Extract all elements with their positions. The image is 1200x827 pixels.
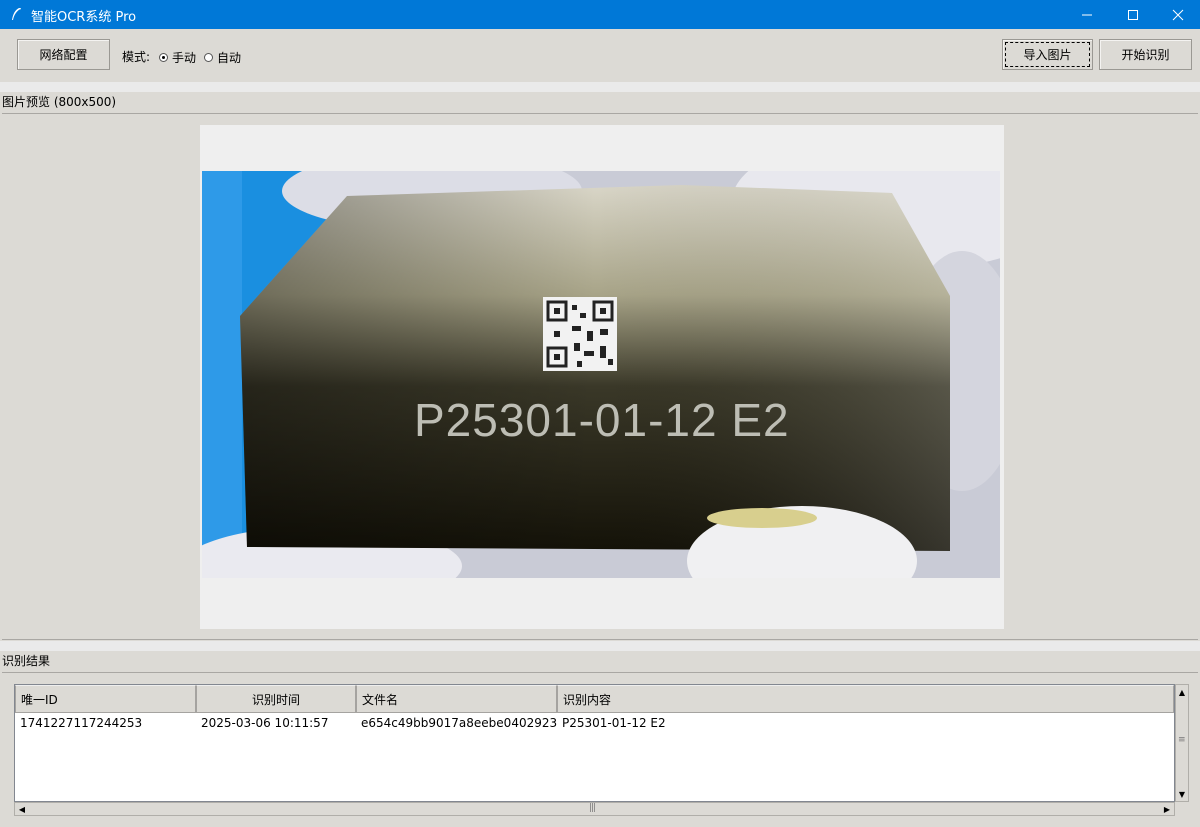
window-title: 智能OCR系统 Pro: [31, 6, 136, 25]
scroll-grip-icon: ≡: [1178, 735, 1185, 745]
maximize-icon: [1127, 9, 1139, 21]
maximize-button[interactable]: [1110, 0, 1156, 29]
vertical-scrollbar[interactable]: ▲ ≡ ▼: [1175, 684, 1189, 802]
start-recognition-button[interactable]: 开始识别: [1099, 39, 1192, 70]
close-icon: [1172, 9, 1184, 21]
scroll-right-arrow-icon[interactable]: ▶: [1161, 803, 1173, 815]
column-header-filename[interactable]: 文件名: [356, 685, 557, 713]
title-bar: 智能OCR系统 Pro: [0, 0, 1200, 29]
feather-icon: [8, 6, 24, 22]
column-header-time[interactable]: 识别时间: [196, 685, 356, 713]
mode-manual-label: 手动: [172, 49, 196, 66]
scroll-left-arrow-icon[interactable]: ◀: [16, 803, 28, 815]
table-row[interactable]: 1741227117244253 2025-03-06 10:11:57 e65…: [15, 713, 1174, 733]
cell-filename: e654c49bb9017a8eebe04029232e: [356, 716, 557, 730]
qr-code-icon: [543, 297, 617, 371]
network-config-button[interactable]: 网络配置: [17, 39, 110, 70]
mode-auto-radio[interactable]: 自动: [204, 49, 241, 66]
preview-image: P25301-01-12 E2: [202, 171, 1000, 578]
results-table[interactable]: 唯一ID 识别时间 文件名 识别内容 1741227117244253 2025…: [14, 684, 1175, 802]
minimize-icon: [1081, 9, 1093, 21]
close-button[interactable]: [1155, 0, 1200, 29]
cell-content: P25301-01-12 E2: [557, 716, 1174, 730]
results-frame-title: 识别结果: [2, 652, 50, 669]
plate-engraved-text: P25301-01-12 E2: [414, 394, 790, 446]
mode-auto-label: 自动: [217, 49, 241, 66]
mode-manual-radio[interactable]: 手动: [159, 49, 196, 66]
scroll-grip-icon: |||: [589, 803, 595, 813]
separator: [0, 82, 1200, 92]
separator: [0, 641, 1200, 651]
cell-id: 1741227117244253: [15, 716, 196, 730]
preview-frame-title: 图片预览 (800x500): [2, 93, 116, 110]
import-image-button[interactable]: 导入图片: [1002, 39, 1093, 70]
toolbar: 网络配置 模式: 手动 自动 导入图片 开始识别: [0, 29, 1200, 82]
metal-plate-photo: P25301-01-12 E2: [202, 171, 1000, 578]
column-header-content[interactable]: 识别内容: [557, 685, 1174, 713]
table-header: 唯一ID 识别时间 文件名 识别内容: [15, 685, 1174, 713]
horizontal-scrollbar[interactable]: ◀ ||| ▶: [14, 802, 1175, 816]
radio-indicator: [204, 53, 213, 62]
mode-label: 模式:: [122, 48, 150, 65]
scroll-up-arrow-icon[interactable]: ▲: [1176, 686, 1188, 698]
scroll-down-arrow-icon[interactable]: ▼: [1176, 788, 1188, 800]
column-header-id[interactable]: 唯一ID: [15, 685, 196, 713]
minimize-button[interactable]: [1064, 0, 1110, 29]
cell-time: 2025-03-06 10:11:57: [196, 716, 356, 730]
radio-selected-indicator: [159, 53, 168, 62]
